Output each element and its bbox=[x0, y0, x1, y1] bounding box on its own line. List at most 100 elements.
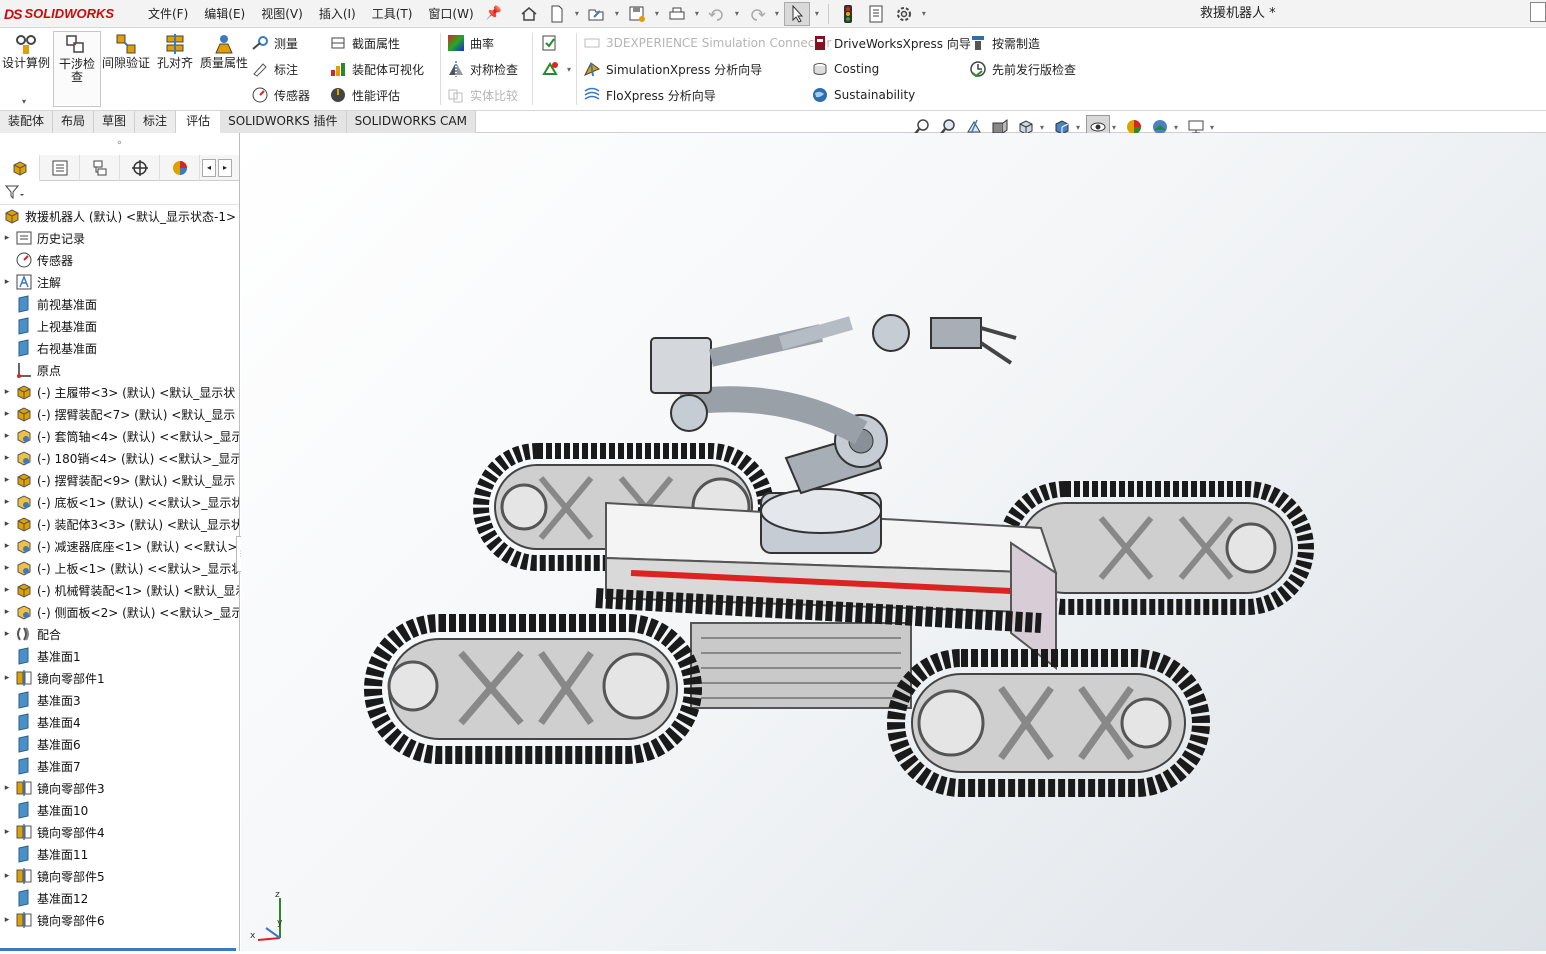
expand-chevron-icon[interactable]: ▸ bbox=[0, 475, 14, 485]
expand-chevron-icon[interactable]: ▸ bbox=[0, 563, 14, 573]
tree-item[interactable]: ▸ (-) 套筒轴<4> (默认) <<默认>_显示 bbox=[0, 425, 239, 447]
tree-item[interactable]: ▸ (-) 主履带<3> (默认) <默认_显示状 bbox=[0, 381, 239, 403]
open-dropdown-icon[interactable]: ▾ bbox=[612, 9, 622, 18]
pin-icon[interactable]: 📌 bbox=[486, 6, 502, 21]
solidworks-logo[interactable]: DS SOLID WORKS bbox=[4, 6, 132, 22]
tab-assembly[interactable]: 装配体 bbox=[0, 111, 54, 133]
tree-item[interactable]: 基准面11 bbox=[0, 843, 239, 865]
dimxpert-manager-tab-icon[interactable] bbox=[120, 154, 160, 181]
tree-item[interactable]: 基准面6 bbox=[0, 733, 239, 755]
expand-chevron-icon[interactable]: ▸ bbox=[0, 233, 14, 243]
tree-item[interactable]: 基准面4 bbox=[0, 711, 239, 733]
file-properties-icon[interactable] bbox=[863, 2, 889, 26]
expand-chevron-icon[interactable]: ▸ bbox=[0, 497, 14, 507]
tab-layout[interactable]: 布局 bbox=[53, 111, 95, 133]
home-icon[interactable] bbox=[516, 2, 542, 26]
tree-item[interactable]: 前视基准面 bbox=[0, 293, 239, 315]
expand-chevron-icon[interactable]: ▸ bbox=[0, 453, 14, 463]
options-gear-icon[interactable] bbox=[891, 2, 917, 26]
tree-item[interactable]: ▸ 配合 bbox=[0, 623, 239, 645]
expand-chevron-icon[interactable]: ▸ bbox=[0, 607, 14, 617]
tree-item[interactable]: 传感器 bbox=[0, 249, 239, 271]
select-dropdown-icon[interactable]: ▾ bbox=[812, 9, 822, 18]
expand-chevron-icon[interactable]: ▸ bbox=[0, 277, 14, 287]
redo-dropdown-icon[interactable]: ▾ bbox=[772, 9, 782, 18]
sustainability-button[interactable]: Sustainability bbox=[810, 84, 915, 106]
driveworksxpress-button[interactable]: DriveWorksXpress 向导 bbox=[810, 32, 971, 54]
tab-evaluate[interactable]: 评估 bbox=[176, 111, 221, 133]
tab-markup[interactable]: 标注 bbox=[135, 111, 177, 133]
property-manager-tab-icon[interactable] bbox=[40, 154, 80, 181]
expand-chevron-icon[interactable]: ▸ bbox=[0, 541, 14, 551]
tree-item[interactable]: 基准面12 bbox=[0, 887, 239, 909]
curvature-button[interactable]: 曲率 bbox=[446, 32, 494, 54]
apply-scene-dropdown-icon[interactable]: ▾ bbox=[1174, 123, 1182, 132]
hide-show-dropdown-icon[interactable]: ▾ bbox=[1112, 123, 1120, 132]
expand-chevron-icon[interactable]: ▸ bbox=[0, 409, 14, 419]
tree-item[interactable]: ▸ 注解 bbox=[0, 271, 239, 293]
tree-item[interactable]: ▸ (-) 摆臂装配<7> (默认) <默认_显示 bbox=[0, 403, 239, 425]
new-dropdown-icon[interactable]: ▾ bbox=[572, 9, 582, 18]
tree-root-assembly[interactable]: 救援机器人 (默认) <默认_显示状态-1> bbox=[0, 205, 239, 227]
tree-item[interactable]: 右视基准面 bbox=[0, 337, 239, 359]
section-properties-button[interactable]: 截面属性 bbox=[328, 32, 400, 54]
print-dropdown-icon[interactable]: ▾ bbox=[692, 9, 702, 18]
design-study-button[interactable]: 设计算例 ▾ bbox=[2, 31, 50, 107]
save-icon[interactable] bbox=[624, 2, 650, 26]
costing-button[interactable]: Costing bbox=[810, 58, 879, 80]
sensor-button[interactable]: 传感器 bbox=[250, 84, 310, 106]
display-manager-tab-icon[interactable] bbox=[160, 154, 200, 181]
tree-item[interactable]: ▸ (-) 上板<1> (默认) <<默认>_显示状态 bbox=[0, 557, 239, 579]
expand-chevron-icon[interactable]: ▸ bbox=[0, 915, 14, 925]
undo-icon[interactable] bbox=[704, 2, 730, 26]
clearance-verification-button[interactable]: 间隙验证 bbox=[102, 31, 150, 107]
tree-item[interactable]: ▸ 镜向零部件4 bbox=[0, 821, 239, 843]
check-button[interactable] bbox=[540, 32, 564, 54]
geometry-analysis-dropdown-icon[interactable]: ▾ bbox=[564, 65, 574, 74]
filter-funnel-icon[interactable] bbox=[4, 184, 26, 203]
expand-chevron-icon[interactable]: ▸ bbox=[0, 871, 14, 881]
tree-item[interactable]: ▸ 镜向零部件6 bbox=[0, 909, 239, 931]
compare-bodies-button[interactable]: 实体比较 bbox=[446, 84, 518, 106]
undo-dropdown-icon[interactable]: ▾ bbox=[732, 9, 742, 18]
tree-item[interactable]: 原点 bbox=[0, 359, 239, 381]
view-settings-dropdown-icon[interactable]: ▾ bbox=[1210, 123, 1218, 132]
tree-item[interactable]: ▸ (-) 侧面板<2> (默认) <<默认>_显示 bbox=[0, 601, 239, 623]
save-dropdown-icon[interactable]: ▾ bbox=[652, 9, 662, 18]
panel-scroll-right-icon[interactable]: ▸ bbox=[218, 158, 232, 177]
menu-tools[interactable]: 工具(T) bbox=[364, 0, 421, 28]
hole-alignment-button[interactable]: 孔对齐 bbox=[151, 31, 199, 107]
geometry-analysis-button[interactable]: ▾ bbox=[540, 58, 574, 80]
markup-button[interactable]: 标注 bbox=[250, 58, 298, 80]
panel-grip-icon[interactable]: ⚬ bbox=[0, 133, 239, 155]
expand-chevron-icon[interactable]: ▸ bbox=[0, 827, 14, 837]
tree-item[interactable]: 基准面7 bbox=[0, 755, 239, 777]
expand-chevron-icon[interactable]: ▸ bbox=[0, 629, 14, 639]
tree-item[interactable]: ▸ (-) 装配体3<3> (默认) <默认_显示状 bbox=[0, 513, 239, 535]
menu-file[interactable]: 文件(F) bbox=[140, 0, 196, 28]
new-document-icon[interactable] bbox=[544, 2, 570, 26]
tree-item[interactable]: ▸ 镜向零部件1 bbox=[0, 667, 239, 689]
interference-detection-button[interactable]: 干涉检查 bbox=[53, 31, 101, 107]
display-style-dropdown-icon[interactable]: ▾ bbox=[1076, 123, 1084, 132]
options-dropdown-icon[interactable]: ▾ bbox=[919, 9, 929, 18]
window-control-button[interactable] bbox=[1530, 2, 1546, 22]
menu-edit[interactable]: 编辑(E) bbox=[196, 0, 253, 28]
tree-item[interactable]: ▸ 历史记录 bbox=[0, 227, 239, 249]
tree-item[interactable]: 基准面1 bbox=[0, 645, 239, 667]
expand-chevron-icon[interactable]: ▸ bbox=[0, 783, 14, 793]
feature-manager-tab-icon[interactable] bbox=[0, 154, 40, 181]
tree-item[interactable]: ▸ (-) 机械臂装配<1> (默认) <默认_显示 bbox=[0, 579, 239, 601]
design-study-dropdown-icon[interactable]: ▾ bbox=[22, 95, 26, 108]
view-orientation-dropdown-icon[interactable]: ▾ bbox=[1040, 123, 1048, 132]
simulation-connector-button[interactable]: 3DEXPERIENCE Simulation Connector bbox=[582, 32, 831, 54]
expand-chevron-icon[interactable]: ▸ bbox=[0, 431, 14, 441]
previous-release-check-button[interactable]: 先前发行版检查 bbox=[968, 58, 1076, 80]
open-icon[interactable] bbox=[584, 2, 610, 26]
mass-properties-button[interactable]: 质量属性 bbox=[200, 31, 248, 107]
tree-item[interactable]: ▸ 镜向零部件5 bbox=[0, 865, 239, 887]
configuration-manager-tab-icon[interactable] bbox=[80, 154, 120, 181]
performance-evaluation-button[interactable]: 性能评估 bbox=[328, 84, 400, 106]
tree-item[interactable]: ▸ (-) 减速器底座<1> (默认) <<默认>_显 bbox=[0, 535, 239, 557]
select-arrow-icon[interactable] bbox=[783, 1, 810, 26]
